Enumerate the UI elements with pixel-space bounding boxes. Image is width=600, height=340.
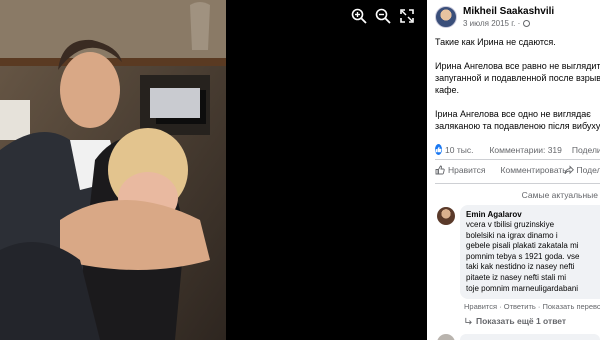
post-text-line: кафе. [435, 85, 460, 95]
like-reaction-icon [435, 144, 442, 155]
post-header: Mikheil Saakashvili 3 июля 2015 г. · [435, 6, 600, 29]
like-count[interactable]: 10 тыс. [445, 145, 473, 155]
comment-text-line: gebele pisali plakati zakatala mi [466, 241, 579, 251]
commenter-name[interactable]: Emin Agalarov [466, 209, 600, 220]
show-replies-link[interactable]: Показать ещё 1 ответ [464, 316, 566, 326]
post-text: Такие как Ирина не сдаются. Ирина Ангело… [435, 36, 600, 132]
zoom-out-button[interactable] [373, 6, 393, 26]
share-button[interactable]: Поделиться [564, 165, 600, 175]
post-text-line: Ірина Ангелова все одно не виглядає [435, 109, 591, 119]
comment-actions-text[interactable]: Нравится · Ответить · Показать перевод [464, 302, 600, 311]
post-text-line: Такие как Ирина не сдаются. [435, 37, 556, 47]
next-commenter-avatar[interactable] [437, 334, 455, 340]
divider [435, 183, 600, 184]
thumbs-up-icon [435, 165, 445, 175]
post-date[interactable]: 3 июля 2015 г. · [463, 18, 554, 29]
zoom-in-button[interactable] [349, 6, 369, 26]
comment-text-line: vcera v tbilisi gruzinskiye [466, 220, 555, 229]
share-button-label: Поделиться [576, 165, 600, 175]
fullscreen-icon [400, 9, 414, 23]
post-stats: 10 тыс. Комментарии: 319 Поделиться [435, 144, 600, 155]
comment-sort-dropdown[interactable]: Самые актуальные [522, 190, 598, 200]
zoom-out-icon [375, 8, 391, 24]
zoom-in-icon [351, 8, 367, 24]
post-panel: Mikheil Saakashvili 3 июля 2015 г. · Так… [427, 0, 600, 340]
show-replies-label: Показать ещё 1 ответ [476, 316, 567, 326]
post-photo[interactable] [0, 0, 226, 340]
comment-text-line: pitaete iz nasey nefti stali mi [466, 272, 567, 282]
post-text-line: заляканою та подавленою після вибуху в [435, 121, 600, 131]
next-comment-bubble [460, 334, 600, 340]
comment-text-line: toje pomnim marneuligardabani [466, 283, 579, 293]
comment-text-line: pomnim tebya s 1921 goda. vse [466, 251, 580, 261]
author-avatar[interactable] [435, 6, 457, 28]
globe-icon [522, 20, 530, 27]
like-button[interactable]: Нравится [435, 165, 486, 175]
photo-image [0, 0, 226, 340]
comment-bubble: Emin Agalarov vcera v tbilisi gruzinskiy… [460, 205, 600, 300]
post-text-line: запуганной и подавленной после взрыва [435, 73, 600, 83]
post-text-line: Ирина Ангелова все равно не выглядит [435, 61, 600, 71]
comment-button-label: Комментировать [500, 165, 567, 175]
share-count[interactable]: Поделиться [572, 145, 600, 155]
comment-actions[interactable]: Нравится · Ответить · Показать перевод [464, 302, 600, 311]
comment-count[interactable]: Комментарии: 319 [489, 145, 561, 155]
divider [435, 159, 600, 160]
like-button-label: Нравится [448, 165, 486, 175]
share-icon [564, 165, 574, 175]
commenter-avatar[interactable] [437, 207, 455, 225]
reply-arrow-icon [465, 317, 472, 325]
fullscreen-button[interactable] [397, 6, 417, 26]
comment-button[interactable]: Комментировать [498, 165, 567, 175]
comment-text-line: taki kak nestidno iz nasey nefti [466, 262, 575, 272]
viewer-toolbar [349, 6, 417, 26]
comment-sort-label: Самые актуальные [521, 190, 598, 200]
post-date-text: 3 июля 2015 г. · [463, 19, 521, 28]
comment-text-line: bolelsiki na igrax dinamo i [466, 230, 558, 240]
photo-viewer [0, 0, 427, 340]
author-name[interactable]: Mikheil Saakashvili [463, 6, 554, 18]
post-actions: Нравится Комментировать Поделиться [435, 165, 600, 175]
